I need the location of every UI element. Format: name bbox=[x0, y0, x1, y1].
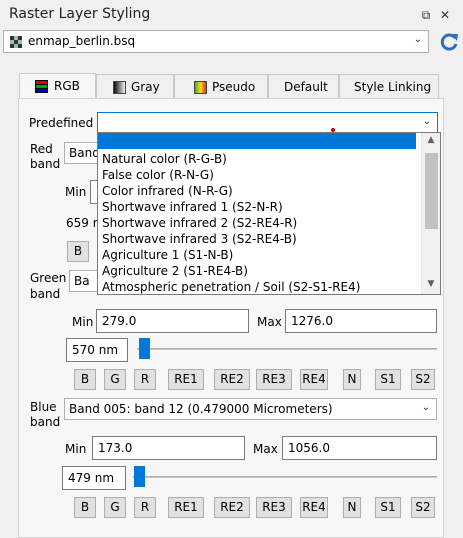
green-band-button-re1[interactable]: RE1 bbox=[168, 369, 204, 390]
scroll-down-icon[interactable]: ▼ bbox=[422, 279, 440, 289]
tab-rgb[interactable]: RGB bbox=[19, 73, 96, 99]
blue-wavelength: 479 nm bbox=[68, 471, 115, 485]
green-band-value: Ba bbox=[74, 274, 90, 288]
red-min-label: Min bbox=[65, 185, 87, 199]
tab-label: Default bbox=[284, 80, 328, 94]
green-wavelength-slider-thumb[interactable] bbox=[139, 338, 150, 359]
green-max-label: Max bbox=[257, 315, 282, 329]
predefined-label: Predefined bbox=[29, 116, 94, 130]
blue-band-button-g[interactable]: G bbox=[104, 497, 126, 518]
chevron-down-icon: ⌄ bbox=[421, 402, 430, 413]
raster-layer-icon bbox=[10, 36, 22, 48]
green-band-button-re2[interactable]: RE2 bbox=[214, 369, 250, 390]
green-min-value: 279.0 bbox=[102, 314, 137, 328]
rgb-icon bbox=[35, 80, 48, 93]
green-wavelength-slider-track[interactable] bbox=[137, 348, 437, 350]
red-band-label-line2: band bbox=[30, 157, 61, 171]
green-wavelength: 570 nm bbox=[72, 343, 119, 357]
predefined-option[interactable]: Shortwave infrared 2 (S2-RE4-R) bbox=[102, 216, 297, 230]
blue-band-label-line2: band bbox=[30, 415, 61, 429]
tab-label: Style Linking bbox=[354, 80, 432, 94]
blue-band-button-n[interactable]: N bbox=[343, 497, 361, 518]
green-band-button-s2[interactable]: S2 bbox=[411, 369, 435, 390]
chevron-down-icon: ⌄ bbox=[422, 116, 431, 127]
blue-wavelength-slider-track[interactable] bbox=[133, 476, 437, 478]
blue-wavelength-field[interactable]: 479 nm bbox=[62, 466, 126, 490]
green-band-button-re4[interactable]: RE4 bbox=[300, 369, 328, 390]
dropdown-scrollbar[interactable]: ▲ ▼ bbox=[421, 133, 440, 294]
blue-max-input[interactable]: 1056.0 bbox=[282, 436, 437, 460]
predefined-option[interactable]: Agriculture 1 (S1-N-B) bbox=[102, 248, 233, 262]
green-band-button-g[interactable]: G bbox=[104, 369, 126, 390]
red-band-label-line1: Red bbox=[30, 142, 53, 156]
tab-label: RGB bbox=[54, 79, 80, 93]
panel-title: Raster Layer Styling bbox=[9, 6, 151, 22]
tab-default[interactable]: Default bbox=[268, 74, 339, 99]
blue-band-label-line1: Blue bbox=[30, 400, 57, 414]
predefined-option[interactable]: Shortwave infrared 1 (S2-N-R) bbox=[102, 200, 283, 214]
predefined-option[interactable]: False color (R-N-G) bbox=[102, 168, 214, 182]
blue-min-value: 173.0 bbox=[98, 441, 133, 455]
chevron-down-icon: ⌄ bbox=[413, 34, 422, 45]
green-band-button-s1[interactable]: S1 bbox=[375, 369, 401, 390]
green-max-value: 1276.0 bbox=[291, 314, 333, 328]
predefined-option[interactable]: Natural color (R-G-B) bbox=[102, 152, 227, 166]
tab-style-linking[interactable]: Style Linking bbox=[339, 74, 439, 99]
green-min-input[interactable]: 279.0 bbox=[96, 309, 249, 333]
red-wavelength: 659 n bbox=[66, 216, 101, 230]
scrollbar-thumb[interactable] bbox=[425, 153, 438, 229]
blue-band-button-re2[interactable]: RE2 bbox=[214, 497, 250, 518]
blue-band-value: Band 005: band 12 (0.479000 Micrometers) bbox=[69, 402, 333, 416]
red-band-button-b[interactable]: B bbox=[67, 241, 89, 262]
float-panel-button[interactable]: ⧉ bbox=[418, 7, 434, 23]
close-panel-button[interactable]: ✕ bbox=[437, 7, 453, 23]
blue-max-value: 1056.0 bbox=[288, 441, 330, 455]
green-band-button-b[interactable]: B bbox=[74, 369, 96, 390]
blue-band-button-re4[interactable]: RE4 bbox=[300, 497, 328, 518]
predefined-dropdown-list[interactable]: Natural color (R-G-B) False color (R-N-G… bbox=[97, 132, 441, 295]
blue-band-button-b[interactable]: B bbox=[74, 497, 96, 518]
predefined-select[interactable]: ⌄ bbox=[97, 112, 438, 133]
blue-band-button-s2[interactable]: S2 bbox=[411, 497, 435, 518]
scroll-up-icon[interactable]: ▲ bbox=[422, 135, 440, 145]
green-band-label-line1: Green bbox=[30, 271, 67, 285]
blue-band-button-re3[interactable]: RE3 bbox=[256, 497, 292, 518]
green-band-button-re3[interactable]: RE3 bbox=[256, 369, 292, 390]
layer-select[interactable]: enmap_berlin.bsq ⌄ bbox=[3, 30, 429, 53]
gray-icon bbox=[113, 81, 126, 94]
green-max-input[interactable]: 1276.0 bbox=[285, 309, 437, 333]
blue-band-button-r[interactable]: R bbox=[134, 497, 156, 518]
layer-name: enmap_berlin.bsq bbox=[28, 34, 136, 48]
green-min-label: Min bbox=[72, 315, 94, 329]
green-band-label-line2: band bbox=[30, 287, 61, 301]
cursor-marker bbox=[331, 128, 335, 132]
blue-min-input[interactable]: 173.0 bbox=[92, 436, 245, 460]
blue-max-label: Max bbox=[253, 442, 278, 456]
blue-min-label: Min bbox=[65, 442, 87, 456]
green-wavelength-field[interactable]: 570 nm bbox=[66, 338, 128, 362]
red-band-value: Band bbox=[69, 146, 100, 160]
predefined-option[interactable]: Atmospheric penetration / Soil (S2-S1-RE… bbox=[102, 280, 360, 294]
predefined-option[interactable]: Agriculture 2 (S1-RE4-B) bbox=[102, 264, 248, 278]
tab-pseudo[interactable]: Pseudo bbox=[174, 74, 268, 99]
tab-label: Pseudo bbox=[212, 80, 256, 94]
blue-wavelength-slider-thumb[interactable] bbox=[134, 466, 145, 487]
highlighted-empty-option[interactable] bbox=[98, 133, 416, 149]
blue-band-select[interactable]: Band 005: band 12 (0.479000 Micrometers)… bbox=[64, 398, 437, 420]
tab-label: Gray bbox=[131, 80, 160, 94]
refresh-icon[interactable] bbox=[438, 31, 460, 53]
predefined-option[interactable]: Shortwave infrared 3 (S2-RE4-B) bbox=[102, 232, 297, 246]
green-band-button-n[interactable]: N bbox=[343, 369, 361, 390]
green-band-button-r[interactable]: R bbox=[134, 369, 156, 390]
predefined-option[interactable]: Color infrared (N-R-G) bbox=[102, 184, 233, 198]
blue-band-button-re1[interactable]: RE1 bbox=[168, 497, 204, 518]
blue-band-button-s1[interactable]: S1 bbox=[375, 497, 401, 518]
pseudo-icon bbox=[194, 81, 207, 94]
tab-gray[interactable]: Gray bbox=[96, 74, 174, 99]
